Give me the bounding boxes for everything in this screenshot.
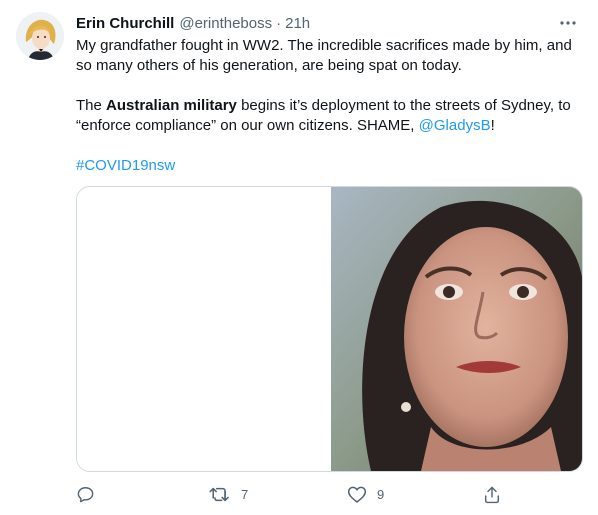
tweet-paragraph-1: My grandfather fought in WW2. The incred… bbox=[76, 37, 572, 74]
like-button[interactable]: 9 bbox=[347, 485, 384, 504]
mention-link[interactable]: @GladysB bbox=[419, 117, 491, 134]
timestamp[interactable]: 21h bbox=[285, 15, 310, 32]
reply-button[interactable] bbox=[76, 485, 95, 504]
avatar[interactable] bbox=[16, 12, 64, 60]
hashtag-link[interactable]: #COVID19nsw bbox=[76, 157, 175, 174]
tweet-paragraph-2: The Australian military begins it’s depl… bbox=[76, 96, 584, 136]
reply-icon bbox=[77, 486, 94, 502]
retweet-icon bbox=[209, 487, 229, 501]
text-segment: The bbox=[76, 97, 107, 114]
separator-dot: · bbox=[276, 14, 282, 32]
share-icon bbox=[484, 486, 500, 503]
more-options-button[interactable] bbox=[556, 11, 580, 35]
share-button[interactable] bbox=[483, 485, 501, 504]
portrait-photo bbox=[331, 187, 582, 471]
media-image-photo[interactable] bbox=[331, 187, 582, 471]
retweet-button[interactable]: 7 bbox=[209, 485, 248, 504]
tweet-header: Erin Churchill @erintheboss · 21h bbox=[76, 13, 580, 33]
avatar-illustration bbox=[16, 12, 64, 60]
media-image-blank[interactable] bbox=[77, 187, 331, 471]
text-segment: ! bbox=[490, 117, 495, 134]
retweet-count: 7 bbox=[241, 486, 249, 502]
bold-text: Australian military bbox=[106, 97, 237, 114]
media-container[interactable] bbox=[76, 186, 583, 472]
like-count: 9 bbox=[377, 486, 385, 502]
tweet-text: My grandfather fought in WW2. The incred… bbox=[76, 36, 584, 176]
heart-icon bbox=[347, 486, 367, 503]
more-horizontal-icon bbox=[560, 21, 576, 25]
tweet-actions: 7 9 bbox=[76, 482, 581, 506]
author-name[interactable]: Erin Churchill bbox=[76, 15, 174, 32]
author-handle[interactable]: @erintheboss bbox=[179, 15, 272, 32]
